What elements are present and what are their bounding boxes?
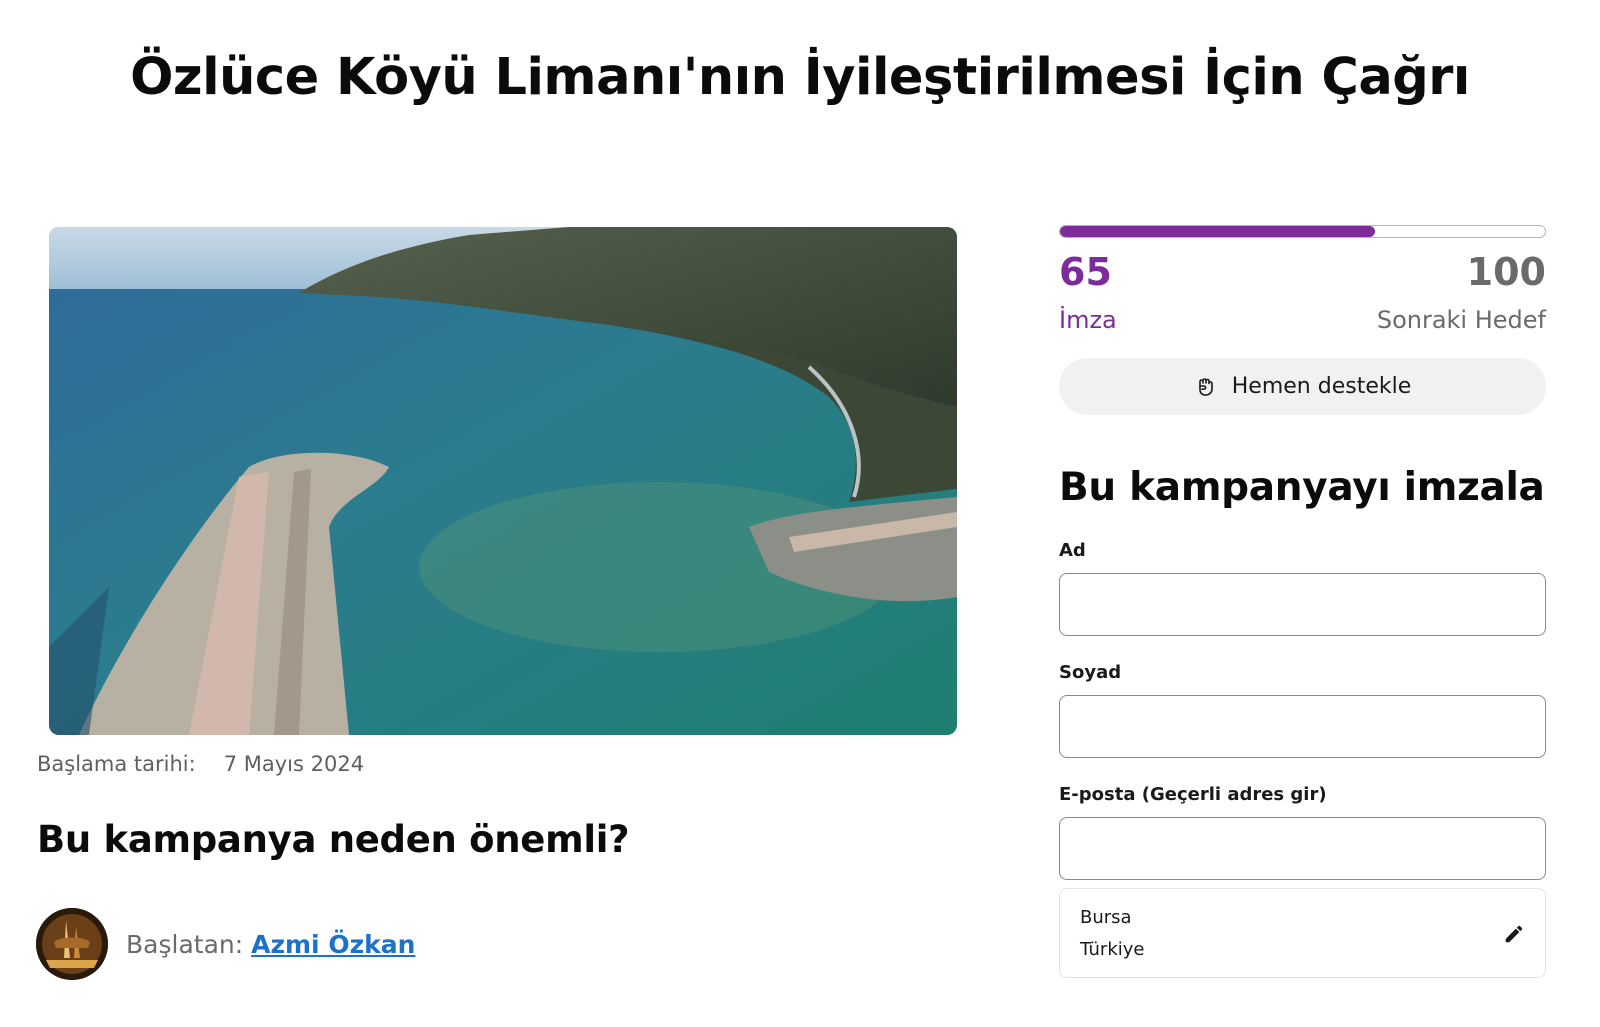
fist-icon <box>1198 377 1213 396</box>
signature-progress-fill <box>1060 226 1376 237</box>
email-field[interactable] <box>1059 817 1546 880</box>
support-now-button[interactable]: Hemen destekle <box>1059 358 1546 415</box>
location-city: Bursa <box>1080 907 1132 928</box>
sign-form-heading: Bu kampanyayı imzala <box>1059 465 1545 510</box>
start-date-value: 7 Mayıs 2024 <box>223 752 365 776</box>
signature-count: 65 <box>1059 250 1112 294</box>
start-date-label: Başlama tarihi: <box>37 752 196 776</box>
goal-label: Sonraki Hedef <box>1376 306 1546 334</box>
why-heading: Bu kampanya neden önemli? <box>37 818 630 861</box>
email-label: E-posta (Geçerli adres gir) <box>1059 784 1327 805</box>
starter-row: Başlatan: Azmi Özkan <box>36 908 415 980</box>
starter-text: Başlatan: Azmi Özkan <box>126 930 415 959</box>
sign-sidebar: 65 100 İmza Sonraki Hedef Hemen destekle… <box>1059 225 1546 880</box>
last-name-label: Soyad <box>1059 662 1122 683</box>
page-title: Özlüce Köyü Limanı'nın İyileştirilmesi İ… <box>130 48 1470 107</box>
campaign-hero-image <box>49 227 957 735</box>
signature-label: İmza <box>1059 306 1117 334</box>
support-now-label: Hemen destekle <box>1231 374 1412 399</box>
signature-labels: İmza Sonraki Hedef <box>1059 306 1546 342</box>
starter-name-link[interactable]: Azmi Özkan <box>251 930 415 959</box>
start-date-row: Başlama tarihi: 7 Mayıs 2024 <box>37 752 364 776</box>
pencil-icon[interactable] <box>1503 923 1525 945</box>
starter-prefix: Başlatan: <box>126 929 244 959</box>
signature-counts: 65 100 <box>1059 250 1546 302</box>
avatar[interactable] <box>36 908 108 980</box>
petition-page: Özlüce Köyü Limanı'nın İyileştirilmesi İ… <box>0 0 1600 1027</box>
last-name-field[interactable] <box>1059 695 1546 758</box>
location-box: Bursa Türkiye <box>1059 888 1546 978</box>
goal-count: 100 <box>1466 250 1546 294</box>
first-name-label: Ad <box>1059 540 1086 561</box>
signature-progress-bar <box>1059 225 1546 238</box>
first-name-field[interactable] <box>1059 573 1546 636</box>
location-country: Türkiye <box>1080 939 1145 960</box>
